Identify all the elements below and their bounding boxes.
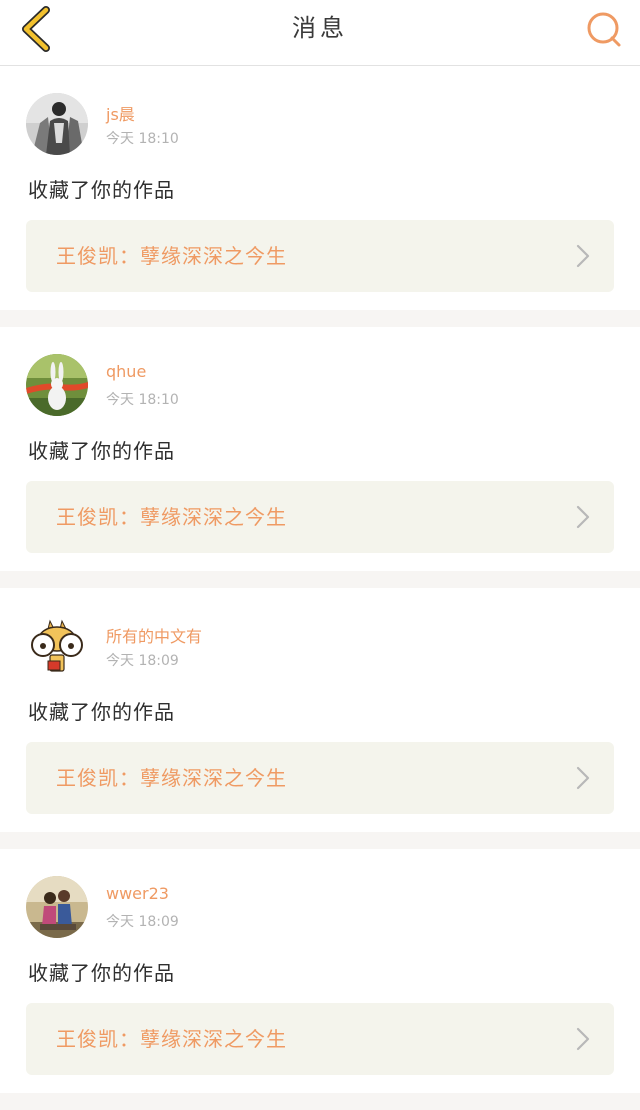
message-card: qhue 今天 18:10 收藏了你的作品 王俊凯：孽缘深深之今生 (0, 327, 640, 571)
search-icon (587, 12, 621, 47)
avatar[interactable] (26, 93, 88, 155)
page-title: 消息 (292, 14, 348, 42)
chevron-right-icon (576, 766, 590, 790)
work-link[interactable]: 王俊凯：孽缘深深之今生 (26, 481, 614, 553)
action-text: 收藏了你的作品 (28, 439, 175, 463)
username-link[interactable]: js晨 (106, 101, 135, 125)
message-card: wwer23 今天 18:09 收藏了你的作品 王俊凯：孽缘深深之今生 (0, 849, 640, 1093)
username-link[interactable]: 所有的中文有 (106, 623, 202, 647)
message-list: js晨 今天 18:10 收藏了你的作品 王俊凯：孽缘深深之今生 qhue 今天… (0, 66, 640, 1110)
timestamp: 今天 18:09 (106, 653, 179, 669)
work-link[interactable]: 王俊凯：孽缘深深之今生 (26, 220, 614, 292)
action-text: 收藏了你的作品 (28, 961, 175, 985)
message-card: js晨 今天 18:10 收藏了你的作品 王俊凯：孽缘深深之今生 (0, 66, 640, 310)
work-title: 王俊凯：孽缘深深之今生 (56, 1027, 287, 1051)
timestamp: 今天 18:09 (106, 914, 179, 930)
work-link[interactable]: 王俊凯：孽缘深深之今生 (26, 742, 614, 814)
chevron-right-icon (576, 244, 590, 268)
message-card: 所有的中文有 今天 18:09 收藏了你的作品 王俊凯：孽缘深深之今生 (0, 588, 640, 832)
work-title: 王俊凯：孽缘深深之今生 (56, 505, 287, 529)
chevron-right-icon (576, 1027, 590, 1051)
username-link[interactable]: qhue (106, 362, 146, 381)
search-button[interactable] (582, 6, 628, 52)
avatar[interactable] (26, 615, 88, 677)
action-text: 收藏了你的作品 (28, 700, 175, 724)
timestamp: 今天 18:10 (106, 131, 179, 147)
work-link[interactable]: 王俊凯：孽缘深深之今生 (26, 1003, 614, 1075)
timestamp: 今天 18:10 (106, 392, 179, 408)
action-text: 收藏了你的作品 (28, 178, 175, 202)
avatar[interactable] (26, 354, 88, 416)
work-title: 王俊凯：孽缘深深之今生 (56, 244, 287, 268)
chevron-right-icon (576, 505, 590, 529)
top-nav-bar: 消息 (0, 0, 640, 66)
work-title: 王俊凯：孽缘深深之今生 (56, 766, 287, 790)
username-link[interactable]: wwer23 (106, 884, 169, 903)
avatar[interactable] (26, 876, 88, 938)
